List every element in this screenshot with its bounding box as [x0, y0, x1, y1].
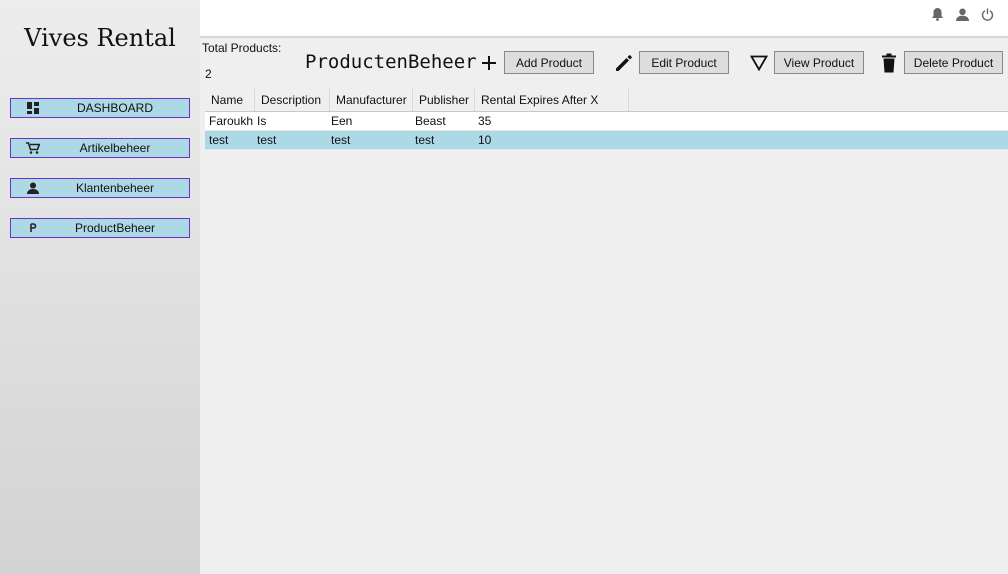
delete-product-button[interactable]: Delete Product: [904, 51, 1003, 74]
plus-icon: [478, 52, 500, 74]
column-header-manufacturer[interactable]: Manufacturer: [330, 89, 413, 111]
top-bar: [200, 0, 1008, 38]
sidebar-item-label: Klantenbeheer: [75, 181, 155, 195]
cell-description: test: [257, 133, 277, 147]
total-products-value: 2: [205, 67, 212, 81]
cell-manufacturer: test: [331, 133, 351, 147]
total-products-label: Total Products:: [202, 41, 282, 55]
table-row[interactable]: Faroukh Is Een Beast 35: [205, 112, 1008, 131]
page-title: ProductenBeheer: [305, 51, 477, 73]
table-header: Name Description Manufacturer Publisher …: [205, 89, 1008, 129]
sidebar-item-label: DASHBOARD: [76, 101, 153, 115]
cell-rental-expires: 10: [478, 133, 492, 147]
cell-name: test: [209, 133, 229, 147]
dashboard-icon: [26, 102, 40, 114]
edit-product-button[interactable]: Edit Product: [639, 51, 729, 74]
cell-manufacturer: Een: [331, 114, 353, 128]
app-title: Vives Rental: [24, 24, 176, 52]
cell-description: Is: [257, 114, 267, 128]
p-letter-icon: [26, 222, 40, 234]
sidebar-item-label: Artikelbeheer: [79, 141, 151, 155]
cell-rental-expires: 35: [478, 114, 492, 128]
column-header-rental-expires[interactable]: Rental Expires After X Days: [475, 89, 629, 129]
table-row[interactable]: test test test test 10: [205, 131, 1008, 150]
cart-icon: [26, 142, 40, 154]
filter-triangle-icon: [748, 52, 770, 74]
pencil-icon: [613, 52, 635, 74]
sidebar-item-dashboard[interactable]: DASHBOARD: [10, 98, 190, 118]
cell-name: Faroukh: [209, 114, 254, 128]
user-icon[interactable]: [954, 6, 970, 22]
sidebar-item-artikelbeheer[interactable]: Artikelbeheer: [10, 138, 190, 158]
trash-icon: [878, 52, 900, 74]
column-header-name[interactable]: Name: [205, 89, 255, 111]
products-table: Name Description Manufacturer Publisher …: [205, 89, 1008, 574]
sidebar-item-label: ProductBeheer: [74, 221, 156, 235]
power-icon[interactable]: [979, 6, 995, 22]
person-icon: [26, 182, 40, 194]
cell-publisher: Beast: [415, 114, 446, 128]
column-header-description[interactable]: Description: [255, 89, 330, 111]
sidebar-item-klantenbeheer[interactable]: Klantenbeheer: [10, 178, 190, 198]
table-body: Faroukh Is Een Beast 35 test test test t…: [205, 112, 1008, 150]
sidebar-item-productbeheer[interactable]: ProductBeheer: [10, 218, 190, 238]
bell-icon[interactable]: [929, 6, 945, 22]
column-header-publisher[interactable]: Publisher: [413, 89, 475, 111]
sidebar: Vives Rental DASHBOARD Artikelbeheer Kla…: [0, 0, 200, 574]
add-product-button[interactable]: Add Product: [504, 51, 594, 74]
cell-publisher: test: [415, 133, 435, 147]
view-product-button[interactable]: View Product: [774, 51, 864, 74]
